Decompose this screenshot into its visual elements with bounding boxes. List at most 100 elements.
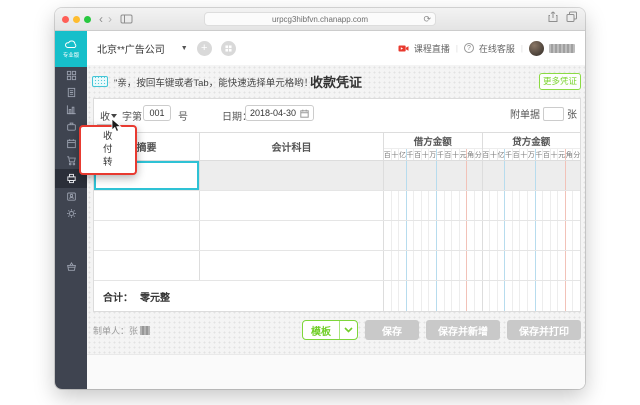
sidebar-item-invoice[interactable] — [55, 84, 87, 101]
col-header-debit: 借方金额 — [384, 133, 482, 148]
company-caret-icon[interactable]: ▼ — [181, 45, 188, 52]
debit-total-cell — [384, 281, 482, 311]
col-header-account: 会计科目 — [200, 133, 384, 160]
save-and-new-button[interactable]: 保存并新增 — [426, 320, 500, 340]
traffic-lights — [62, 16, 91, 23]
voucher-page: "亲，按回车键或者Tab，能快速选择单元格哟！" 收款凭证 更多凭证 收 字第 … — [87, 65, 585, 354]
account-cell[interactable] — [200, 191, 384, 220]
cloud-icon — [64, 39, 79, 49]
preparer-text: 制单人：张 — [93, 324, 150, 337]
refresh-icon[interactable]: ⟳ — [423, 14, 431, 25]
save-and-print-button[interactable]: 保存并打印 — [507, 320, 581, 340]
save-button[interactable]: 保存 — [365, 320, 419, 340]
support-link[interactable]: 在线客服 — [479, 42, 515, 55]
zoom-window-icon[interactable] — [84, 16, 91, 23]
calendar-icon — [66, 138, 77, 149]
summary-cell[interactable] — [94, 251, 200, 280]
voucher-type-dropdown: 收 付 转 — [79, 125, 137, 175]
apps-grid-button[interactable] — [221, 41, 236, 56]
account-cell[interactable] — [200, 221, 384, 250]
live-video-icon — [398, 44, 409, 53]
live-link[interactable]: 课程直播 — [414, 42, 450, 55]
avatar[interactable] — [529, 41, 544, 56]
close-window-icon[interactable] — [62, 16, 69, 23]
minimize-window-icon[interactable] — [73, 16, 80, 23]
sidebar-item-dashboard[interactable] — [55, 67, 87, 84]
share-icon[interactable] — [547, 10, 559, 28]
url-text: urpcg3hibfvn.chanapp.com — [272, 15, 368, 24]
gear-icon — [66, 208, 77, 219]
more-vouchers-button[interactable]: 更多凭证 — [539, 73, 581, 90]
date-value: 2018-04-30 — [250, 108, 296, 118]
total-label: 合计： — [103, 289, 133, 304]
chevron-down-icon[interactable] — [340, 327, 357, 333]
number-suffix-label: 号 — [178, 108, 188, 123]
sidebar-toggle-icon[interactable] — [120, 14, 133, 24]
tip-text: "亲，按回车键或者Tab，能快速选择单元格哟！" — [114, 75, 317, 89]
summary-cell[interactable] — [94, 221, 200, 250]
template-button-label[interactable]: 模板 — [303, 323, 339, 338]
account-cell[interactable] — [200, 251, 384, 280]
voucher-number-input[interactable]: 001 — [143, 105, 171, 121]
table-row — [94, 251, 580, 281]
window-bottom-strip — [87, 354, 585, 389]
back-icon[interactable]: ‹ — [99, 13, 103, 25]
debit-cell[interactable] — [384, 251, 482, 280]
credit-cell[interactable] — [482, 251, 581, 280]
sidebar-item-contacts[interactable] — [55, 188, 87, 205]
app-logo[interactable]: 专业版 — [55, 31, 87, 67]
attachment-unit-label: 张 — [567, 106, 577, 121]
sidebar-item-settings[interactable] — [55, 205, 87, 222]
table-row — [94, 191, 580, 221]
date-input[interactable]: 2018-04-30 — [245, 105, 314, 121]
calendar-picker-icon[interactable] — [300, 109, 309, 118]
mouse-cursor-icon — [111, 118, 122, 133]
address-bar[interactable]: urpcg3hibfvn.chanapp.com ⟳ — [204, 12, 436, 26]
username-censored — [549, 44, 575, 53]
voucher-type-select[interactable]: 收 — [100, 108, 110, 123]
credit-cell[interactable] — [482, 191, 581, 220]
attachment-input[interactable] — [543, 107, 564, 121]
id-card-icon — [66, 191, 77, 202]
cart-icon — [66, 155, 77, 166]
total-value: 零元整 — [140, 289, 170, 304]
debit-cell[interactable] — [384, 191, 482, 220]
app-sidebar: 专业版 — [55, 31, 87, 389]
app-header: 北京**广告公司 ▼ + 课程直播 | ? 在线客服 | — [87, 31, 585, 65]
basket-icon — [66, 261, 77, 272]
keyboard-icon — [92, 76, 108, 87]
table-row — [94, 221, 580, 251]
debit-cell[interactable] — [384, 161, 482, 190]
sidebar-item-market[interactable] — [55, 258, 87, 275]
account-cell[interactable] — [200, 161, 384, 190]
briefcase-icon — [66, 121, 77, 132]
printer-icon — [66, 173, 77, 184]
template-split-button[interactable]: 模板 — [302, 320, 358, 340]
debit-cell[interactable] — [384, 221, 482, 250]
company-name[interactable]: 北京**广告公司 — [97, 41, 165, 56]
add-button[interactable]: + — [197, 41, 212, 56]
forward-icon[interactable]: › — [108, 13, 112, 25]
type-option-transfer[interactable]: 转 — [81, 156, 135, 169]
page-title: 收款凭证 — [310, 72, 362, 91]
header-divider: | — [520, 44, 524, 53]
header-divider: | — [455, 44, 459, 53]
credit-cell[interactable] — [482, 221, 581, 250]
logo-label: 专业版 — [63, 50, 80, 58]
credit-digit-labels: 百十亿千百十万千百十元角分 — [483, 148, 581, 160]
voucher-card: 收 字第 001 号 日期： 2018-04-30 附单据 — [93, 98, 581, 312]
type-option-receipt[interactable]: 收 — [81, 130, 135, 143]
credit-cell[interactable] — [482, 161, 581, 190]
credit-total-cell — [482, 281, 581, 311]
voucher-table: 摘要 会计科目 借方金额 百十亿千百十万千百十元角分 贷方金额 百十亿千百十万千… — [94, 132, 580, 311]
type-option-payment[interactable]: 付 — [81, 143, 135, 156]
preparer-name-censored — [140, 326, 150, 335]
sidebar-item-reports[interactable] — [55, 101, 87, 118]
attachment-label: 附单据 — [510, 106, 540, 121]
browser-window: ‹ › urpcg3hibfvn.chanapp.com ⟳ 专业版 — [55, 8, 585, 389]
debit-digit-labels: 百十亿千百十万千百十元角分 — [384, 148, 482, 160]
help-icon: ? — [464, 43, 474, 53]
summary-cell[interactable] — [94, 191, 200, 220]
tabs-icon[interactable] — [566, 10, 578, 28]
table-row — [94, 161, 580, 191]
